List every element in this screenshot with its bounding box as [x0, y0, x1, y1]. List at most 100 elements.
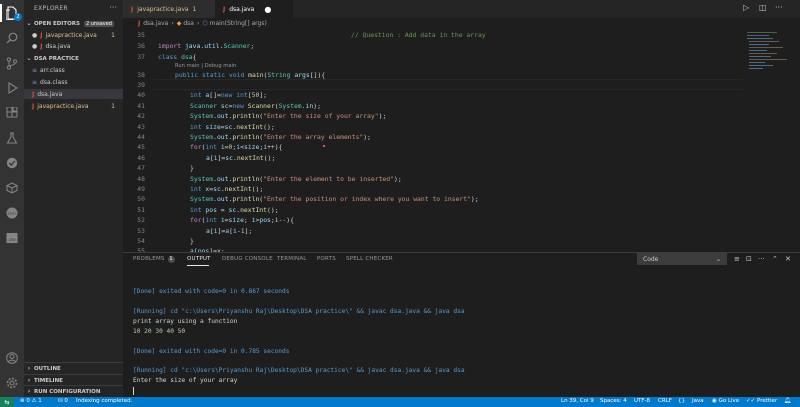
go-live-label: Go Live [718, 398, 740, 404]
split-editor-icon[interactable]: ◫ [759, 3, 767, 12]
dw-icon[interactable]: .DW [4, 230, 20, 246]
activity-bar: 2 json .DW [0, 0, 24, 397]
breadcrumb-class[interactable]: dsa [183, 20, 194, 27]
run-debug-icon[interactable] [4, 80, 20, 96]
tab-ports[interactable]: PORTS [317, 256, 336, 262]
search-icon[interactable] [4, 30, 20, 46]
code-line: } [190, 164, 194, 172]
file-dsa-class[interactable]: ≡ dsa.class [24, 77, 123, 87]
output-channel-select[interactable]: Code ⌄ [637, 253, 727, 265]
code-editor[interactable]: 35 36 37 38 39 40 41 42 43 44 45 46 47 4… [123, 29, 743, 255]
folder-label: DSA PRACTICE [34, 55, 79, 62]
line-number: 52 [137, 216, 145, 224]
code-line: a[i]=a[i-1]; [206, 227, 253, 235]
more-icon[interactable]: ··· [758, 255, 765, 263]
check-icon[interactable] [4, 155, 20, 171]
tab-label: dsa.java [229, 5, 255, 13]
code-line: class dsa{ [158, 53, 197, 61]
outline-header[interactable]: › OUTLINE [24, 362, 123, 374]
run-debug-codelens[interactable]: Run main | Debug main [175, 63, 236, 69]
file-arr-class[interactable]: ≡ arr.class [24, 65, 123, 75]
sidebar-title: EXPLORER [34, 5, 68, 12]
tab-dsa[interactable]: J dsa.java ● [215, 0, 293, 18]
problem-count: 1 [111, 31, 115, 39]
folder-header[interactable]: ⌄ DSA PRACTICE [24, 53, 123, 64]
cursor-position[interactable]: Ln 39, Col 9 [561, 398, 594, 404]
maximize-panel-icon[interactable]: ⌃ [772, 255, 778, 263]
list-filter-icon[interactable]: ≡ [734, 255, 740, 263]
prettier-status[interactable]: ✓✓ Prettier [746, 398, 777, 404]
code-line: System.out.println("Enter the position o… [190, 195, 479, 203]
chevron-down-icon: ⌄ [26, 20, 32, 27]
more-actions-icon[interactable]: ··· [109, 3, 117, 12]
code-line: int pos = sc.nextInt(); [190, 206, 279, 214]
tab-output[interactable]: OUTPUT [187, 256, 211, 262]
code-line: for(int i=size; i>pos;i--){ [190, 216, 294, 224]
breadcrumb-file[interactable]: dsa.java [143, 20, 168, 27]
run-icon[interactable]: ▷ [743, 3, 749, 12]
remote-indicator-icon[interactable]: ⇆ [0, 397, 14, 407]
text-cursor [133, 387, 134, 395]
go-live-button[interactable]: ◉ Go Live [712, 398, 739, 404]
run-configuration-header[interactable]: › RUN CONFIGURATION [24, 385, 123, 397]
output-channel-value: Code [643, 255, 659, 263]
problems-status[interactable]: ⊗ 0 ⚠ 1 [20, 398, 42, 404]
account-icon[interactable] [4, 350, 20, 366]
cube-icon[interactable] [4, 180, 20, 196]
open-editor-javapractice[interactable]: ● J javapractice.java 1 [24, 30, 123, 40]
settings-gear-icon[interactable] [4, 375, 20, 391]
java-file-icon: J [131, 5, 134, 13]
ports-status[interactable]: ⛁ 0 [58, 398, 68, 404]
java-file-icon: J [223, 5, 226, 13]
line-number: 36 [137, 42, 145, 50]
tab-problems[interactable]: PROBLEMS 1 [133, 256, 175, 263]
line-number: 49 [137, 185, 145, 193]
output-line: [Running] cd "c:\Users\Priyanshu Raj\Des… [133, 308, 465, 315]
tab-debug-console[interactable]: DEBUG CONSOLE [222, 256, 273, 262]
testing-icon[interactable] [4, 130, 20, 146]
open-editor-dsa[interactable]: ● J dsa.java [24, 41, 123, 51]
file-dsa-java[interactable]: J dsa.java [24, 89, 123, 99]
line-number: 40 [137, 91, 145, 99]
tab-spell-checker[interactable]: SPELL CHECKER [346, 256, 393, 262]
close-panel-icon[interactable]: ✕ [785, 255, 791, 263]
encoding[interactable]: UTF-8 [634, 398, 650, 404]
file-name: arr.class [40, 66, 65, 74]
lock-icon[interactable]: ⊡ [746, 255, 752, 263]
code-line: System.out.println("Enter the array elem… [190, 133, 371, 141]
class-file-icon: ≡ [32, 78, 38, 86]
minimap[interactable] [743, 29, 800, 252]
line-number: 38 [137, 71, 145, 79]
open-editors-header[interactable]: ⌄ OPEN EDITORS 2 unsaved [24, 18, 123, 29]
tab-javapractice[interactable]: J javapractice.java 1 [123, 0, 215, 18]
more-icon[interactable]: ··· [775, 3, 783, 12]
notifications-bell-icon[interactable]: 🔔︎ [784, 398, 791, 404]
indentation[interactable]: Spaces: 4 [600, 398, 627, 404]
breadcrumb-method[interactable]: main(String[] args) [210, 20, 267, 27]
code-line: import java.util.Scanner; [158, 42, 255, 50]
current-line-highlight [153, 79, 743, 90]
status-bar: ⊗ 0 ⚠ 1 ⛁ 0 Indexing completed. Ln 39, C… [0, 397, 800, 407]
warning-count: 1 [38, 398, 42, 404]
source-control-icon[interactable] [4, 55, 20, 71]
java-file-icon: J [40, 42, 43, 50]
line-number: 43 [137, 123, 145, 131]
extensions-icon[interactable] [4, 105, 20, 121]
json-icon[interactable]: json [4, 205, 20, 221]
output-line: [Done] exited with code=0 in 0.867 secon… [133, 288, 290, 295]
tab-problem-count: 1 [192, 5, 197, 13]
open-editors-label: OPEN EDITORS [34, 20, 80, 27]
code-line: int size=sc.nextInt(); [190, 123, 275, 131]
output-panel[interactable]: [Done] exited with code=0 in 0.867 secon… [123, 267, 800, 397]
line-ending[interactable]: CRLF [658, 398, 672, 404]
chevron-down-icon: ⌄ [715, 255, 721, 263]
line-number: 37 [137, 53, 145, 61]
class-icon: ◆ [176, 20, 182, 27]
braces-icon[interactable]: {} [678, 398, 685, 404]
tab-terminal[interactable]: TERMINAL [277, 256, 307, 262]
output-line: [Done] exited with code=0 in 0.785 secon… [133, 348, 290, 355]
line-number: 54 [137, 237, 145, 245]
file-javapractice-java[interactable]: J javapractice.java 1 [24, 101, 123, 111]
language-mode[interactable]: Java [692, 398, 704, 404]
unsaved-dot-icon[interactable]: ● [264, 5, 271, 14]
